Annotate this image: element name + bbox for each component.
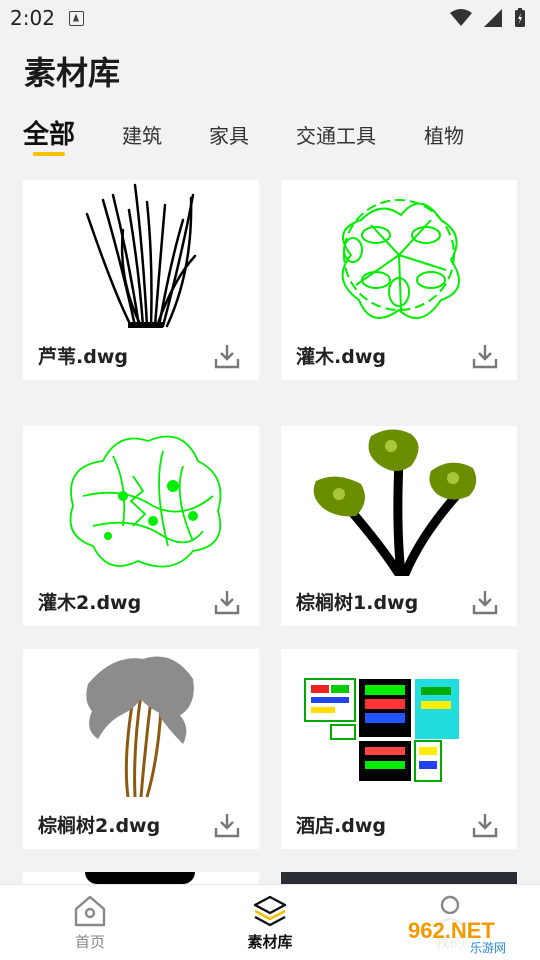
wifi-icon [450,9,472,26]
palm1-thumbnail [313,429,477,576]
battery-icon [515,8,525,27]
tab-architecture[interactable]: 建筑 [122,120,162,149]
watermark-logo: 962.NET 乐游网 [400,914,534,955]
download-icon[interactable] [471,811,499,839]
material-name: 灌木.dwg [296,346,386,368]
tab-all[interactable]: 全部 [23,114,75,151]
download-icon[interactable] [471,588,499,616]
tab-furniture[interactable]: 家具 [209,120,249,149]
download-icon[interactable] [471,342,499,370]
watermark-text: 962.NET [408,918,495,943]
partial-thumbnail [85,872,195,884]
palm2-thumbnail [86,656,194,798]
shrub2-thumbnail [69,435,222,568]
material-card[interactable]: 灌木2.dwg [23,426,259,626]
status-icons [450,8,526,28]
status-bar: 2:02 [0,0,540,36]
download-icon[interactable] [213,342,241,370]
material-name: 酒店.dwg [296,815,386,837]
download-icon[interactable] [213,811,241,839]
nav-library[interactable]: 素材库 [210,885,330,960]
layers-icon [253,895,287,927]
material-card[interactable]: 棕榈树2.dwg [23,649,259,849]
nav-label: 首页 [74,933,105,951]
material-card[interactable]: 灌木.dwg [281,180,517,380]
tab-vehicles[interactable]: 交通工具 [296,120,376,149]
signal-icon [484,9,502,27]
material-name: 芦苇.dwg [38,346,128,368]
reed-thumbnail [85,183,197,328]
nav-home[interactable]: 首页 [30,885,150,960]
download-icon[interactable] [213,588,241,616]
active-tab-indicator [33,152,65,156]
material-name: 棕榈树1.dwg [296,592,419,614]
home-icon [74,895,106,927]
material-card[interactable]: 酒店.dwg [281,649,517,849]
hotel-plan-thumbnail [304,678,459,782]
watermark-subtext: 乐游网 [470,941,506,955]
material-name: 棕榈树2.dwg [38,815,161,837]
category-tabs: 全部 建筑 家具 交通工具 植物 [0,112,540,162]
page-title: 素材库 [24,54,121,92]
nav-label: 素材库 [247,933,293,951]
material-card[interactable]: 棕榈树1.dwg [281,426,517,626]
notification-icon [68,10,84,26]
material-name: 灌木2.dwg [38,592,142,614]
shrub-thumbnail [341,199,460,319]
tab-plants[interactable]: 植物 [424,120,464,149]
material-card[interactable]: 芦苇.dwg [23,180,259,380]
status-time: 2:02 [10,6,55,30]
